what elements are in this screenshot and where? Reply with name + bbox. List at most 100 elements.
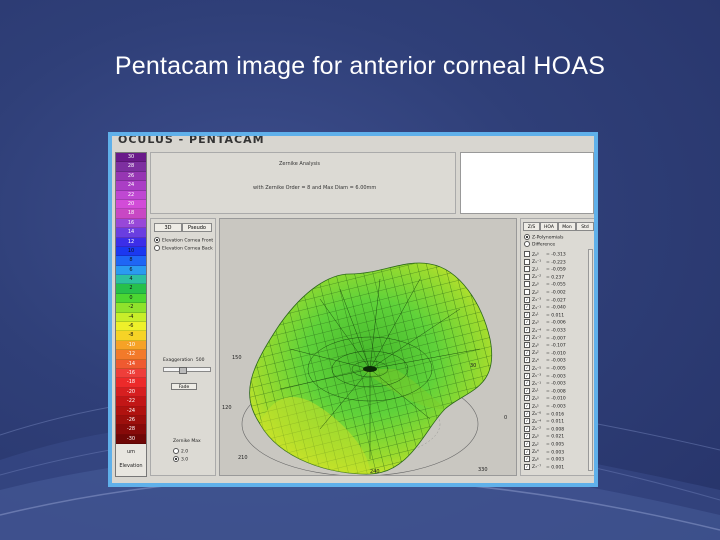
checkbox-icon[interactable] — [524, 251, 530, 257]
checkbox-icon[interactable]: ✓ — [524, 403, 530, 409]
checkbox-icon[interactable]: ✓ — [524, 372, 530, 379]
coefficient-row[interactable]: ✓ Z₃¹ = 0.011 — [524, 311, 564, 319]
tab-3d[interactable]: 3D — [154, 223, 182, 232]
radio-back[interactable]: Elevation Cornea Back — [154, 245, 213, 252]
scale-cell: 22 — [116, 190, 146, 200]
checkbox-icon[interactable]: ✓ — [524, 463, 530, 470]
coefficient-name: Z₅⁵ — [532, 404, 539, 410]
checkbox-icon[interactable]: ✓ — [524, 441, 530, 447]
coefficient-row[interactable]: ✓ Z₅⁻¹ = -0.003 — [524, 380, 566, 387]
coefficient-row[interactable]: ✓ Z₆⁻⁶ = 0.016 — [524, 410, 565, 418]
coefficient-row[interactable]: ✓ Z₅¹ = -0.008 — [524, 387, 566, 395]
radio-option-a[interactable]: 2.0 — [173, 448, 188, 455]
axis-label-240: 240 — [370, 469, 380, 475]
fade-button[interactable]: Fade — [171, 383, 197, 390]
tab-pseudo[interactable]: Pseudo — [182, 223, 212, 232]
checkbox-icon[interactable]: ✓ — [524, 418, 530, 425]
tab-std[interactable]: Std — [576, 222, 594, 231]
coefficients-scrollbar[interactable] — [588, 249, 593, 471]
checkbox-icon[interactable]: ✓ — [524, 296, 530, 303]
checkbox-icon[interactable]: ✓ — [524, 380, 530, 387]
coefficient-row[interactable]: ✓ Z₃⁻¹ = -0.040 — [524, 304, 566, 311]
radio-difference[interactable]: Difference — [524, 241, 555, 248]
coefficient-row[interactable]: ✓ Z₄⁴ = -0.003 — [524, 357, 566, 364]
coefficient-row[interactable]: ✓ Z₆⁴ = 0.003 — [524, 448, 564, 456]
checkbox-icon[interactable] — [524, 281, 530, 288]
coefficient-name: Z₂² — [532, 290, 539, 296]
scale-cell: -8 — [116, 331, 146, 341]
coefficient-name: Z₃⁻¹ — [532, 305, 542, 311]
checkbox-icon[interactable]: ✓ — [524, 448, 530, 455]
coefficient-row[interactable]: ✓ Z₆⁻² = 0.008 — [524, 425, 564, 433]
checkbox-icon[interactable] — [524, 258, 530, 265]
surface-plot[interactable]: 30 150 120 210 330 0 240 — [219, 218, 517, 476]
coefficient-row[interactable]: Z₂⁰ = -0.055 — [524, 281, 566, 288]
slide-title: Pentacam image for anterior corneal HOAS — [114, 52, 606, 80]
checkbox-icon[interactable]: ✓ — [524, 387, 530, 394]
coefficient-row[interactable]: ✓ Z₃⁻³ = -0.027 — [524, 296, 566, 304]
coefficient-row[interactable]: Z₂⁻² = 0.237 — [524, 273, 564, 281]
coefficient-name: Z₇⁻⁷ — [532, 465, 542, 471]
checkbox-icon[interactable]: ✓ — [524, 311, 530, 318]
coefficient-row[interactable]: ✓ Z₄² = -0.010 — [524, 349, 566, 357]
coefficient-row[interactable]: ✓ Z₅⁵ = -0.003 — [524, 403, 566, 410]
checkbox-icon[interactable]: ✓ — [524, 365, 530, 371]
header-panel: Zernike Analysis with Zernike Order = 8 … — [150, 152, 456, 214]
coefficient-row[interactable]: Z₁¹ = -0.059 — [524, 266, 566, 273]
coefficient-row[interactable]: ✓ Z₆⁰ = 0.021 — [524, 433, 564, 440]
coefficient-row[interactable]: Z₂² = -0.002 — [524, 289, 566, 296]
checkbox-icon[interactable]: ✓ — [524, 357, 530, 364]
coefficient-value: -0.006 — [551, 320, 566, 326]
checkbox-icon[interactable]: ✓ — [524, 342, 530, 349]
checkbox-icon[interactable]: ✓ — [524, 349, 530, 356]
pentacam-window: OCULUS - PENTACAM 30 28 26 24 22 20 18 16 14 12 10… — [112, 136, 594, 483]
coefficient-row[interactable]: ✓ Z₄⁻⁴ = -0.033 — [524, 327, 566, 334]
coefficient-row[interactable]: ✓ Z₆⁶ = 0.003 — [524, 456, 564, 463]
checkbox-icon[interactable] — [524, 273, 530, 280]
coefficient-value: -0.007 — [551, 336, 566, 342]
coefficient-row[interactable]: ✓ Z₆⁻⁴ = 0.011 — [524, 418, 564, 425]
coefficient-row[interactable]: Z₁⁻¹ = -0.223 — [524, 258, 566, 266]
coefficient-row[interactable]: ✓ Z₅³ = -0.010 — [524, 395, 566, 402]
checkbox-icon[interactable]: ✓ — [524, 425, 530, 432]
checkbox-icon[interactable]: ✓ — [524, 327, 530, 333]
tab-mon[interactable]: Mon — [558, 222, 576, 231]
radio-option-b[interactable]: 3.0 — [173, 456, 188, 463]
axis-label-150: 150 — [232, 355, 242, 361]
coefficient-row[interactable]: ✓ Z₄⁻² = -0.007 — [524, 334, 566, 342]
scale-cell: 12 — [116, 237, 146, 247]
scale-cell: -12 — [116, 350, 146, 360]
slider-thumb[interactable] — [178, 367, 187, 374]
radio-z-polynomials[interactable]: Z-Polynomials — [524, 234, 563, 241]
coefficient-value: 0.021 — [551, 434, 565, 440]
coefficient-value: 0.016 — [551, 412, 565, 418]
scale-cell: -22 — [116, 397, 146, 407]
checkbox-icon[interactable]: ✓ — [524, 410, 530, 417]
checkbox-icon[interactable] — [524, 266, 530, 273]
scale-cell: -26 — [116, 415, 146, 426]
exaggeration-slider[interactable] — [163, 367, 211, 374]
coefficient-row[interactable]: ✓ Z₅⁻⁵ = -0.005 — [524, 365, 566, 372]
tab-zs[interactable]: Z/S — [523, 222, 540, 231]
coefficient-row[interactable]: ✓ Z₄⁰ = -0.107 — [524, 342, 566, 349]
scale-unit: um — [126, 449, 136, 455]
checkbox-icon[interactable] — [524, 289, 530, 295]
checkbox-icon[interactable]: ✓ — [524, 433, 530, 440]
coefficient-row[interactable]: ✓ Z₅⁻³ = -0.003 — [524, 372, 566, 380]
coefficient-name: Z₅¹ — [532, 389, 539, 395]
checkbox-icon[interactable]: ✓ — [524, 456, 530, 463]
radio-front[interactable]: Elevation Cornea Front — [154, 237, 213, 244]
color-scale: 30 28 26 24 22 20 18 16 14 12 10 8 6 4 2 0 -2 -4 -6 -8 -10 -1… — [115, 152, 147, 477]
checkbox-icon[interactable]: ✓ — [524, 319, 530, 326]
checkbox-icon[interactable]: ✓ — [524, 395, 530, 402]
axis-label-30: 30 — [470, 363, 476, 369]
checkbox-icon[interactable]: ✓ — [524, 304, 530, 311]
coefficient-row[interactable]: Z₀⁰ = -0.313 — [524, 251, 566, 258]
coefficient-value: -0.223 — [551, 260, 566, 266]
coefficient-name: Z₄⁻⁴ — [532, 328, 542, 334]
checkbox-icon[interactable]: ✓ — [524, 334, 530, 341]
coefficient-row[interactable]: ✓ Z₆² = 0.005 — [524, 441, 564, 448]
coefficient-row[interactable]: ✓ Z₃³ = -0.006 — [524, 319, 566, 326]
coefficient-row[interactable]: ✓ Z₇⁻⁷ = 0.001 — [524, 463, 564, 471]
tab-hoa[interactable]: HOA — [540, 222, 558, 231]
